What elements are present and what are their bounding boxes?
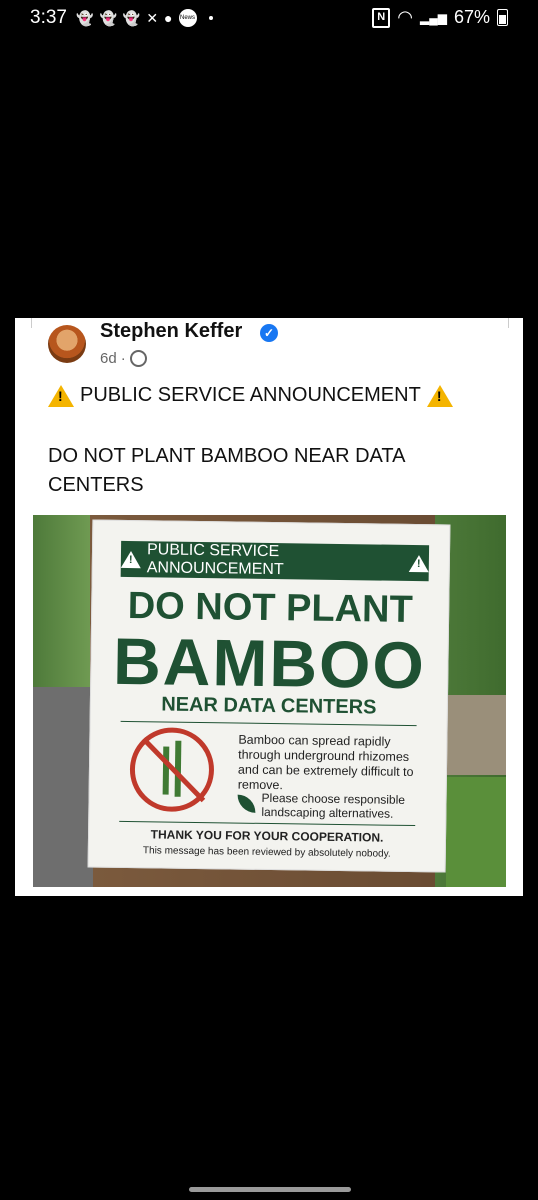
bamboo-stalk xyxy=(162,746,170,795)
post-photo[interactable]: PUBLIC SERVICE ANNOUNCEMENT DO NOT PLANT… xyxy=(33,515,506,887)
news-icon: News xyxy=(178,9,197,27)
warning-icon xyxy=(408,554,429,572)
sign-alternatives: Please choose responsible landscaping al… xyxy=(261,790,406,821)
headline-text: PUBLIC SERVICE ANNOUNCEMENT xyxy=(80,384,421,406)
snapchat-icon: 👻 xyxy=(76,10,94,26)
post-age[interactable]: 6d xyxy=(100,350,117,367)
status-bar: 3:37 👻 👻 👻 ✕ ● News N ◠ ▂▄▆ 67% xyxy=(0,0,538,36)
sign-line-2: BAMBOO xyxy=(112,623,427,703)
warning-icon xyxy=(426,384,453,407)
meta-separator: · xyxy=(120,350,126,367)
post-card: Stephen Keffer ✓ 6d · PUBLIC SERVICE ANN… xyxy=(15,318,523,896)
psa-sign: PUBLIC SERVICE ANNOUNCEMENT DO NOT PLANT… xyxy=(87,519,451,873)
battery-percent: 67% xyxy=(453,7,490,27)
globe-icon xyxy=(129,350,147,367)
divider xyxy=(119,820,416,827)
post-meta: 6d · xyxy=(100,350,147,367)
verified-badge-icon: ✓ xyxy=(260,324,278,342)
messenger-icon: ● xyxy=(164,10,173,26)
sign-psa-text: PUBLIC SERVICE ANNOUNCEMENT xyxy=(146,541,284,579)
post-text: DO NOT PLANT BAMBOO NEAR DATA CENTERS xyxy=(48,445,405,496)
notification-icons: 👻 👻 👻 ✕ ● News xyxy=(76,9,213,27)
warning-icon xyxy=(48,384,74,407)
clock: 3:37 xyxy=(30,7,67,28)
system-icons: N ◠ ▂▄▆ 67% xyxy=(372,7,508,28)
stone-wall xyxy=(446,695,506,775)
nfc-icon: N xyxy=(372,7,391,28)
author-name[interactable]: Stephen Keffer xyxy=(100,320,242,343)
avatar[interactable] xyxy=(48,325,86,363)
sign-psa-banner: PUBLIC SERVICE ANNOUNCEMENT xyxy=(120,540,430,582)
more-notifications-dot xyxy=(208,16,213,20)
sign-reviewed: This message has been reviewed by absolu… xyxy=(142,845,391,860)
road xyxy=(33,687,93,887)
post-headline: PUBLIC SERVICE ANNOUNCEMENT xyxy=(48,384,453,407)
no-bamboo-icon xyxy=(129,727,215,813)
leaf-icon xyxy=(237,794,256,813)
warning-icon xyxy=(120,550,142,568)
sign-description: Bamboo can spread rapidly through underg… xyxy=(237,732,414,793)
bamboo-stalk xyxy=(174,740,182,797)
snapchat-icon: 👻 xyxy=(122,10,141,26)
x-icon: ✕ xyxy=(146,10,159,26)
signal-icon: ▂▄▆ xyxy=(420,10,447,25)
battery-icon xyxy=(497,9,508,26)
grass xyxy=(446,777,506,887)
wifi-icon: ◠ xyxy=(397,7,413,27)
divider xyxy=(120,720,417,727)
sign-thanks: THANK YOU FOR YOUR COOPERATION. xyxy=(150,827,384,845)
home-indicator[interactable] xyxy=(189,1187,351,1192)
snapchat-icon: 👻 xyxy=(99,10,117,26)
sign-line-3: NEAR DATA CENTERS xyxy=(161,693,377,719)
